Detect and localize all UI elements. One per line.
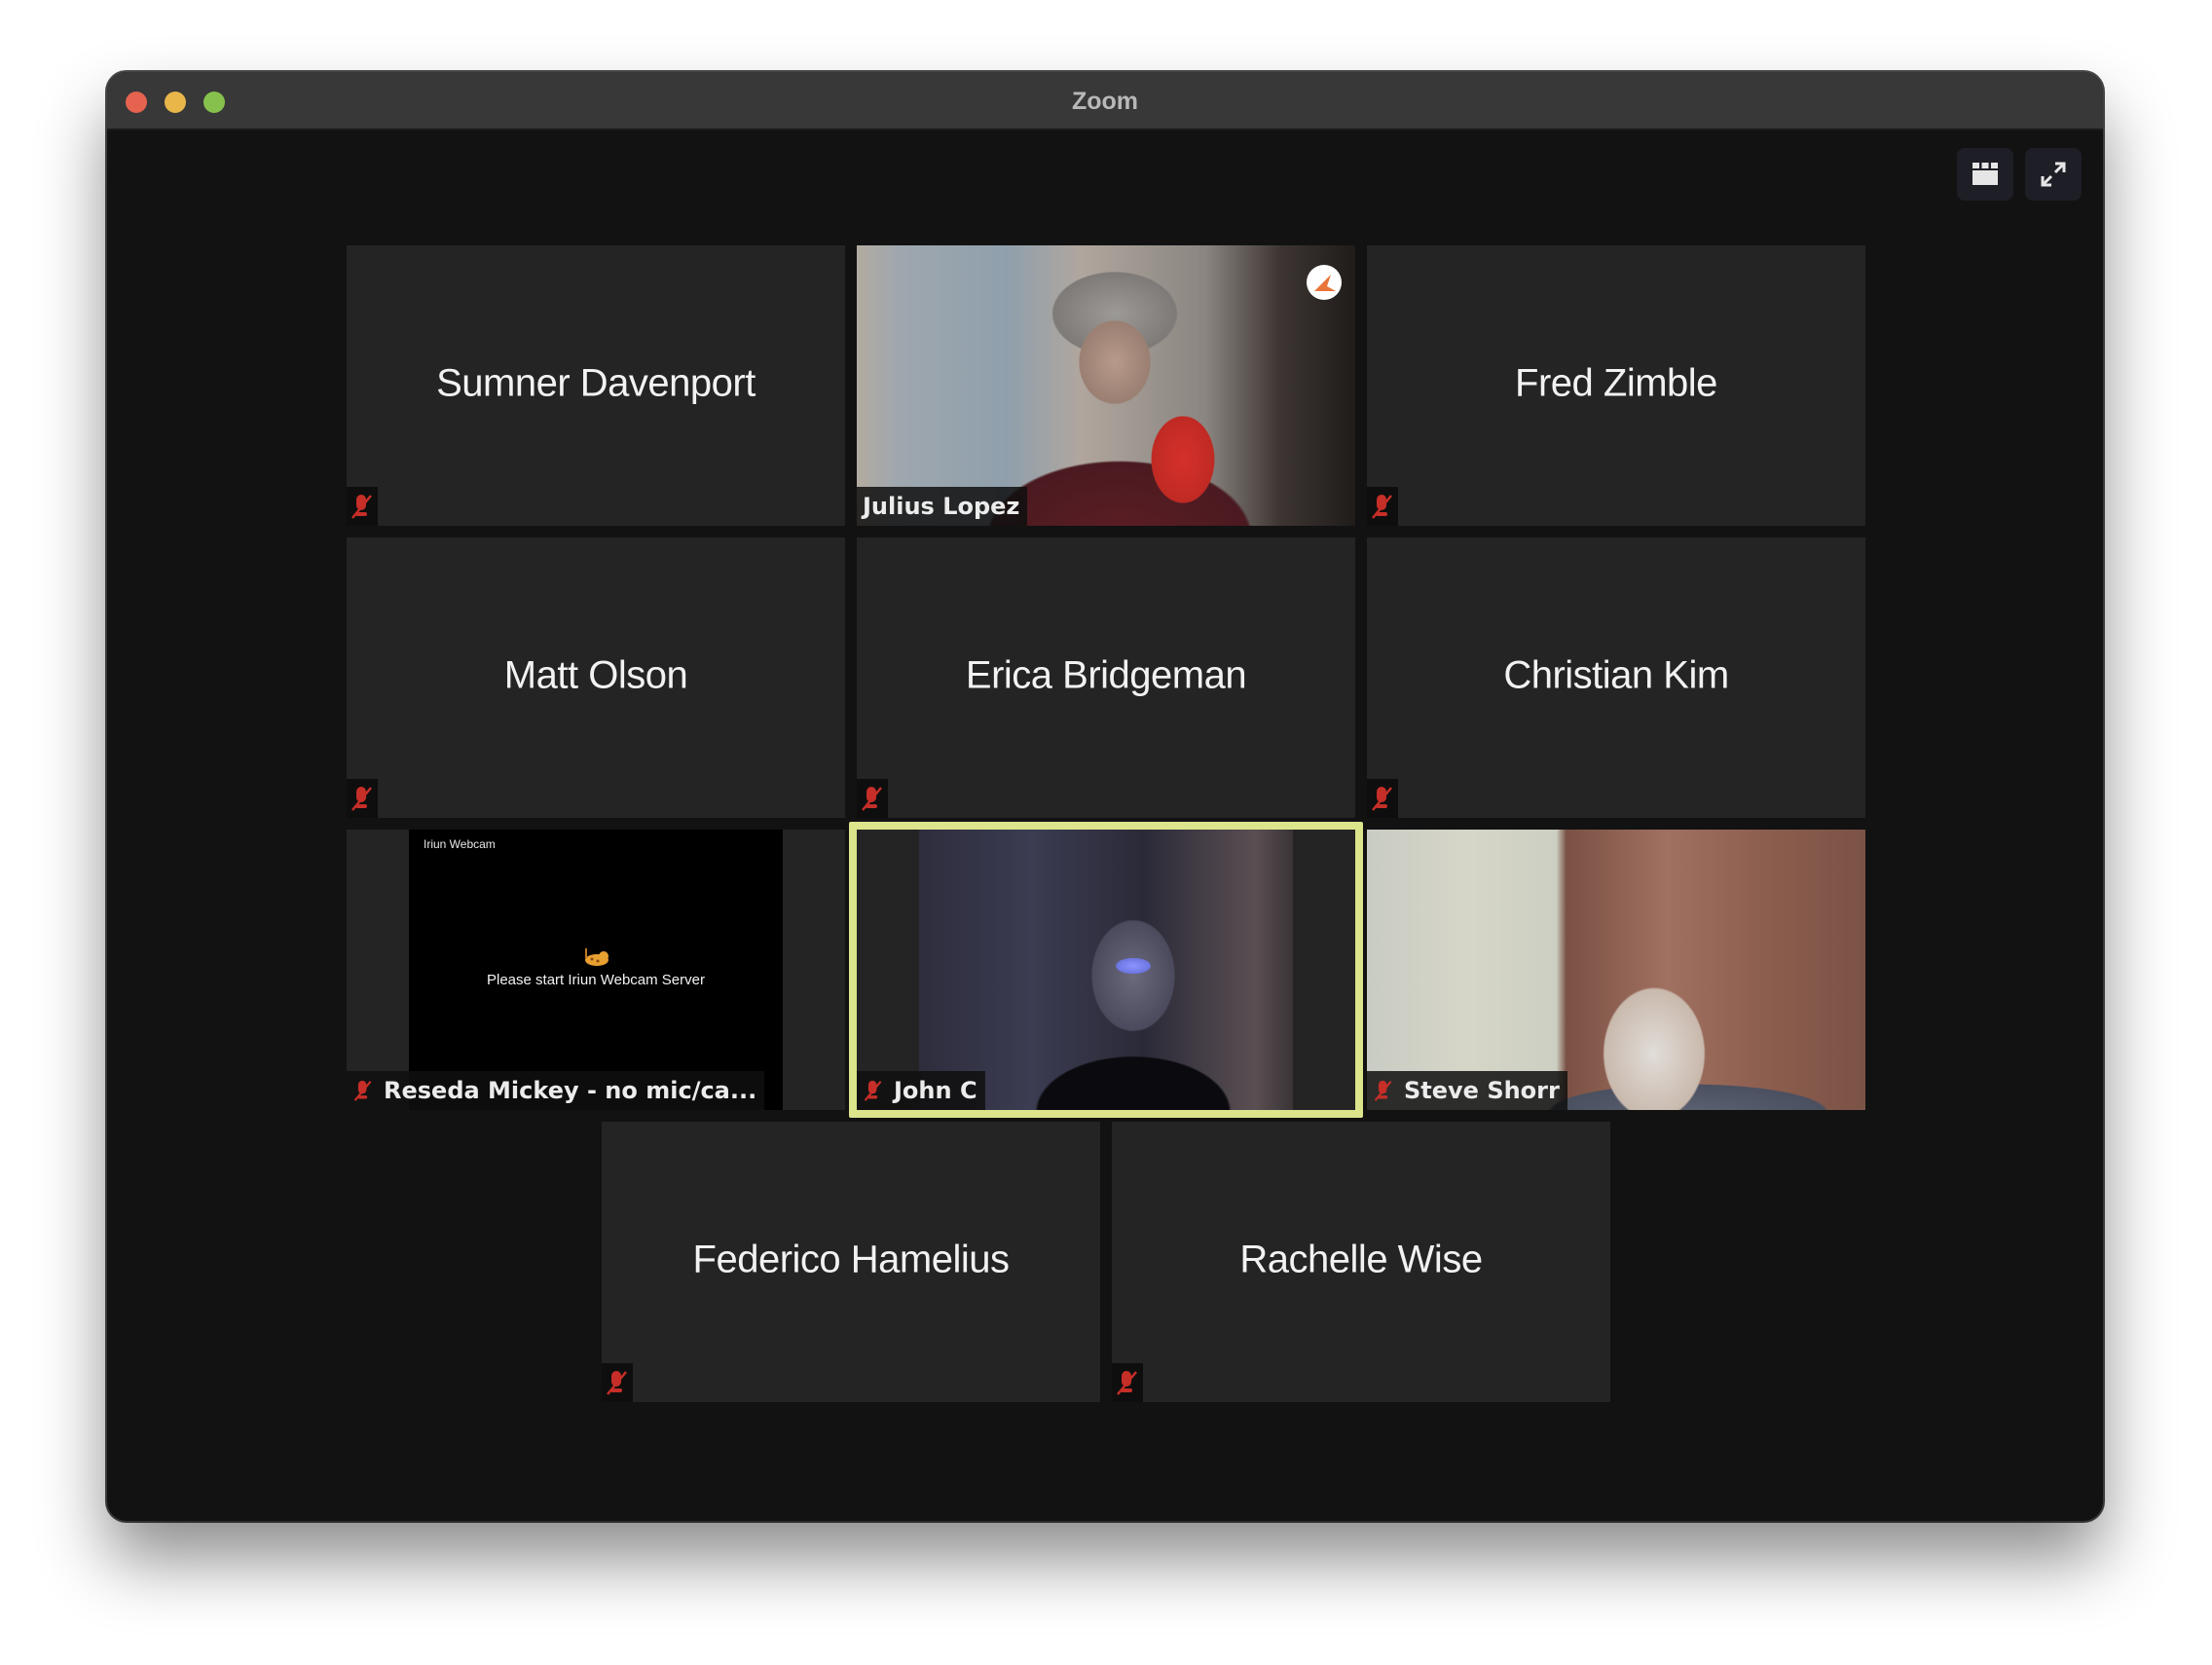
window-title: Zoom — [1071, 88, 1139, 115]
presenter-logo-icon — [1307, 265, 1342, 300]
zoom-window: Zoom Sumner Davenport Julius Lopez Fred … — [107, 72, 2103, 1521]
muted-indicator — [1112, 1363, 1143, 1402]
participant-tile-reseda-mickey[interactable]: Iriun Webcam Please start Iriun Webcam S… — [347, 830, 845, 1110]
participant-name: Sumner Davenport — [436, 361, 756, 405]
participant-tile-matt-olson[interactable]: Matt Olson — [347, 537, 845, 818]
participant-name: Christian Kim — [1503, 653, 1729, 697]
mic-muted-icon — [351, 495, 372, 519]
expand-fullscreen-icon — [2041, 162, 2066, 187]
participant-name-label: Julius Lopez — [857, 487, 1028, 526]
muted-indicator — [857, 779, 888, 818]
muted-indicator — [347, 779, 378, 818]
gallery-view-button[interactable] — [1957, 148, 2013, 201]
muted-indicator — [602, 1363, 633, 1402]
mic-muted-icon — [1372, 787, 1392, 811]
iriun-message: Please start Iriun Webcam Server — [487, 972, 705, 988]
participant-name-label: Steve Shorr — [1367, 1071, 1567, 1110]
muted-indicator — [1367, 779, 1398, 818]
title-bar[interactable]: Zoom — [107, 72, 2103, 130]
participant-name: Reseda Mickey - no mic/ca... — [384, 1077, 757, 1104]
participant-tile-fred-zimble[interactable]: Fred Zimble — [1367, 245, 1865, 526]
participant-tile-christian-kim[interactable]: Christian Kim — [1367, 537, 1865, 818]
mic-muted-icon — [353, 1080, 372, 1101]
participant-name: Fred Zimble — [1515, 361, 1717, 405]
mic-muted-icon — [1372, 495, 1392, 519]
iriun-app-title: Iriun Webcam — [424, 837, 496, 851]
participant-name: Rachelle Wise — [1239, 1238, 1483, 1281]
muted-indicator — [1367, 487, 1398, 526]
participant-name: Steve Shorr — [1404, 1077, 1560, 1104]
fullscreen-button[interactable] — [2025, 148, 2082, 201]
participant-tile-steve-shorr[interactable]: Steve Shorr — [1367, 830, 1865, 1110]
active-speaker-highlight — [849, 822, 1363, 1118]
sleeping-cat-icon — [585, 948, 608, 966]
participant-video — [1367, 830, 1865, 1110]
participant-video — [857, 245, 1355, 526]
participant-name-label: Reseda Mickey - no mic/ca... — [347, 1071, 765, 1110]
participant-tile-federico-hamelius[interactable]: Federico Hamelius — [602, 1122, 1100, 1402]
mic-muted-icon — [1374, 1080, 1392, 1101]
gallery-view-icon — [1972, 163, 1998, 185]
mic-muted-icon — [351, 787, 372, 811]
participant-tile-erica-bridgeman[interactable]: Erica Bridgeman — [857, 537, 1355, 818]
participant-tile-sumner-davenport[interactable]: Sumner Davenport — [347, 245, 845, 526]
participant-tile-rachelle-wise[interactable]: Rachelle Wise — [1112, 1122, 1610, 1402]
mic-muted-icon — [1117, 1371, 1137, 1395]
participant-tile-julius-lopez[interactable]: Julius Lopez — [857, 245, 1355, 526]
mic-muted-icon — [607, 1371, 627, 1395]
participant-video: Iriun Webcam Please start Iriun Webcam S… — [409, 830, 783, 1110]
participant-name: Julius Lopez — [863, 493, 1020, 520]
participant-name: Federico Hamelius — [692, 1238, 1010, 1281]
participant-name: Erica Bridgeman — [965, 653, 1247, 697]
muted-indicator — [347, 487, 378, 526]
participant-name: Matt Olson — [503, 653, 688, 697]
mic-muted-icon — [862, 787, 882, 811]
